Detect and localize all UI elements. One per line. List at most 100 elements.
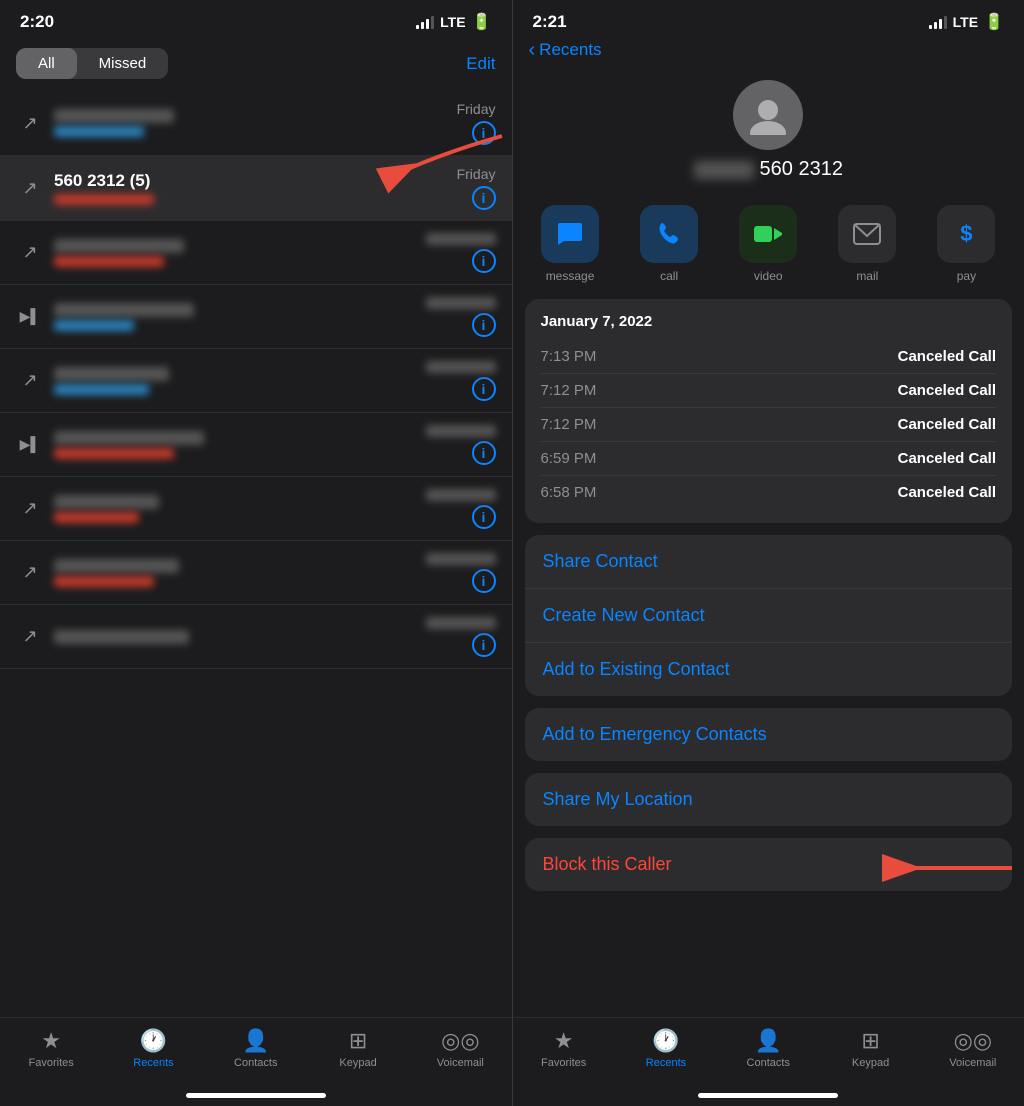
table-row[interactable]: ↗ i: [0, 605, 512, 669]
call-right: i: [426, 617, 496, 657]
history-date: January 7, 2022: [541, 313, 997, 330]
tab-contacts[interactable]: 👤 Contacts: [205, 1028, 307, 1069]
contact-header: 560 2312: [513, 72, 1024, 197]
call-right: i: [426, 297, 496, 337]
tab-keypad[interactable]: ⊞ Keypad: [307, 1028, 409, 1069]
right-tab-bar: ★ Favorites 🕐 Recents 👤 Contacts ⊞ Keypa…: [513, 1017, 1024, 1089]
filter-all-button[interactable]: All: [16, 48, 77, 79]
mail-label: mail: [856, 269, 878, 283]
right-tab-contacts[interactable]: 👤 Contacts: [717, 1028, 819, 1069]
info-button[interactable]: i: [472, 377, 496, 401]
call-label: call: [660, 269, 678, 283]
info-button[interactable]: i: [472, 249, 496, 273]
voicemail-icon: ◎◎: [441, 1028, 479, 1054]
add-emergency-item[interactable]: Add to Emergency Contacts: [525, 708, 1013, 761]
blurred-sub: [54, 256, 164, 267]
history-type: Canceled Call: [898, 382, 996, 399]
table-row[interactable]: ↗ 560 2312 (5) Friday i: [0, 156, 512, 221]
info-button[interactable]: i: [472, 505, 496, 529]
info-button[interactable]: i: [472, 441, 496, 465]
share-location-item[interactable]: Share My Location: [525, 773, 1013, 826]
outgoing-call-icon: ↗: [16, 239, 44, 267]
right-time: 2:21: [533, 12, 567, 32]
video-action[interactable]: video: [723, 205, 814, 283]
right-home-indicator: [698, 1093, 838, 1098]
share-contact-item[interactable]: Share Contact: [525, 535, 1013, 589]
info-button[interactable]: i: [472, 121, 496, 145]
table-row[interactable]: ↗ i: [0, 221, 512, 285]
tab-favorites[interactable]: ★ Favorites: [0, 1028, 102, 1069]
favorites-icon-right: ★: [554, 1028, 574, 1054]
outgoing-call-icon: ↗: [16, 109, 44, 137]
create-new-contact-item[interactable]: Create New Contact: [525, 589, 1013, 643]
right-tab-favorites-label: Favorites: [541, 1057, 586, 1069]
call-action[interactable]: call: [624, 205, 715, 283]
keypad-icon: ⊞: [349, 1028, 367, 1054]
right-tab-keypad[interactable]: ⊞ Keypad: [819, 1028, 921, 1069]
call-content: [54, 109, 457, 137]
table-row[interactable]: ↗ i: [0, 349, 512, 413]
voicemail-icon-right: ◎◎: [954, 1028, 992, 1054]
blurred-date: [426, 297, 496, 309]
tab-voicemail[interactable]: ◎◎ Voicemail: [409, 1028, 511, 1069]
right-tab-recents[interactable]: 🕐 Recents: [615, 1028, 717, 1069]
history-type: Canceled Call: [898, 450, 996, 467]
mail-action[interactable]: mail: [822, 205, 913, 283]
left-time: 2:20: [20, 12, 54, 32]
contacts-icon-right: 👤: [755, 1028, 782, 1054]
info-button[interactable]: i: [472, 313, 496, 337]
filter-missed-button[interactable]: Missed: [77, 48, 169, 79]
add-emergency-label: Add to Emergency Contacts: [543, 724, 767, 744]
table-row[interactable]: ▶▌ i: [0, 285, 512, 349]
blurred-sub: [54, 320, 134, 331]
tab-recents[interactable]: 🕐 Recents: [102, 1028, 204, 1069]
battery-icon: 🔋: [472, 12, 492, 32]
table-row[interactable]: ↗ i: [0, 541, 512, 605]
signal-bar-1: [416, 25, 419, 29]
right-tab-voicemail[interactable]: ◎◎ Voicemail: [922, 1028, 1024, 1069]
call-right: i: [426, 233, 496, 273]
info-button[interactable]: i: [472, 633, 496, 657]
history-time: 6:59 PM: [541, 450, 597, 467]
history-row: 6:59 PM Canceled Call: [541, 442, 997, 476]
blurred-date: [426, 553, 496, 565]
table-row[interactable]: ↗ Friday i: [0, 91, 512, 156]
favorites-icon: ★: [41, 1028, 61, 1054]
back-button[interactable]: ‹ Recents: [529, 40, 602, 60]
call-right: Friday i: [457, 101, 496, 145]
info-button[interactable]: i: [472, 186, 496, 210]
history-type: Canceled Call: [898, 348, 996, 365]
right-tab-favorites[interactable]: ★ Favorites: [513, 1028, 615, 1069]
edit-button[interactable]: Edit: [466, 54, 495, 74]
filter-bar: All Missed Edit: [0, 40, 512, 91]
outgoing-call-icon: ↗: [16, 559, 44, 587]
chevron-left-icon: ‹: [529, 40, 536, 60]
right-tab-voicemail-label: Voicemail: [949, 1057, 996, 1069]
call-content: [54, 431, 426, 459]
history-type: Canceled Call: [898, 484, 996, 501]
outgoing-call-icon: ↗: [16, 367, 44, 395]
call-list: ↗ Friday i ↗ 560 2312 (5) Friday i: [0, 91, 512, 1017]
tab-voicemail-label: Voicemail: [437, 1057, 484, 1069]
message-label: message: [546, 269, 595, 283]
person-icon: [748, 95, 788, 135]
table-row[interactable]: ↗ i: [0, 477, 512, 541]
home-indicator-container: [0, 1089, 512, 1106]
outgoing-call-icon: ↗: [16, 174, 44, 202]
menu-group-location: Share My Location: [525, 773, 1013, 826]
mail-icon-box: [838, 205, 896, 263]
add-existing-contact-item[interactable]: Add to Existing Contact: [525, 643, 1013, 696]
call-history-card: January 7, 2022 7:13 PM Canceled Call 7:…: [525, 299, 1013, 523]
signal-bar-1: [929, 25, 932, 29]
info-button[interactable]: i: [472, 569, 496, 593]
pay-action[interactable]: $ pay: [921, 205, 1012, 283]
number-blurred: [694, 161, 754, 179]
history-time: 7:12 PM: [541, 382, 597, 399]
right-panel: 2:21 LTE 🔋 ‹ Recents 560: [513, 0, 1024, 1106]
table-row[interactable]: ▶▌ i: [0, 413, 512, 477]
block-caller-item[interactable]: Block this Caller: [525, 838, 1013, 891]
message-action[interactable]: message: [525, 205, 616, 283]
call-icon-box: [640, 205, 698, 263]
back-nav: ‹ Recents: [513, 40, 1024, 72]
signal-bar-3: [426, 19, 429, 29]
